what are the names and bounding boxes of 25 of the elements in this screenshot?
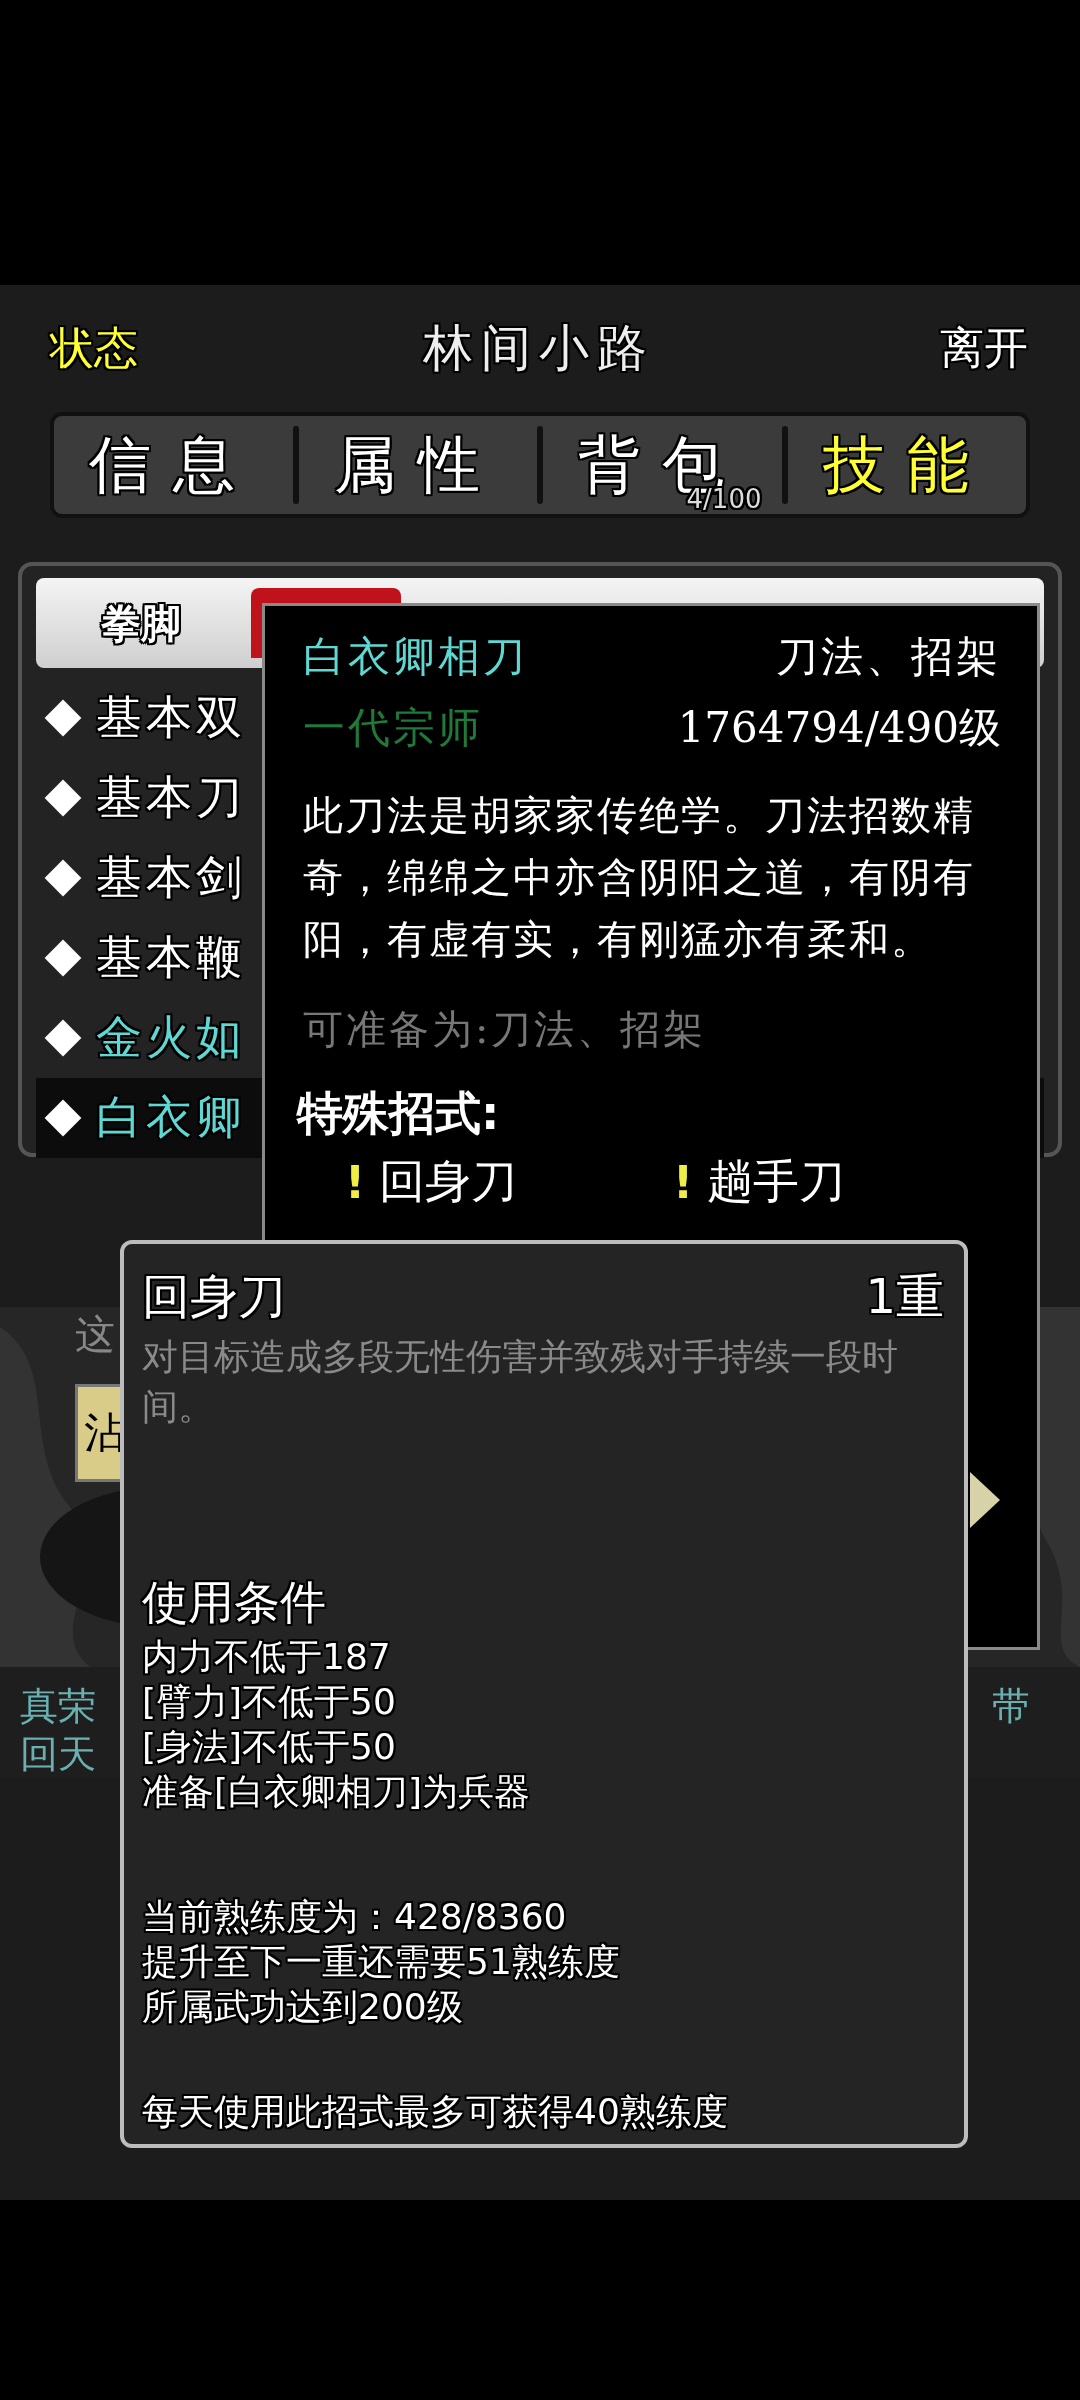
exclamation-icon: ! bbox=[673, 1156, 694, 1208]
note-text: 每天使用此招式最多可获得40熟练度 bbox=[142, 2090, 729, 2134]
hint-text: 这 bbox=[75, 1310, 115, 1359]
moves-title: 特殊招式: bbox=[297, 1085, 500, 1142]
move-title: 回身刀 bbox=[142, 1267, 286, 1326]
condition-text: 内力不低于187 bbox=[142, 1635, 392, 1679]
skill-rank: 一代宗师 bbox=[303, 702, 483, 754]
condition-text: [臂力]不低于50 bbox=[142, 1680, 397, 1724]
prepare-text: 可准备为:刀法、招架 bbox=[303, 1005, 708, 1054]
conditions-title: 使用条件 bbox=[142, 1574, 327, 1631]
progress-text: 当前熟练度为：428/8360 bbox=[142, 1895, 568, 1939]
move-level: 1重 bbox=[865, 1267, 944, 1326]
move-description: 对目标造成多段无性伤害并致残对手持续一段时间。 bbox=[142, 1335, 899, 1429]
exclamation-icon: ! bbox=[345, 1156, 366, 1208]
info-text: 真荣 bbox=[20, 1683, 96, 1730]
skill-description: 此刀法是胡家家传绝学。刀法招数精奇，绵绵之中亦含阴阳之道，有阴有阳，有虚有实，有刚猛亦有柔和。 bbox=[303, 791, 976, 964]
info-text: 带 bbox=[992, 1683, 1030, 1730]
skill-name: 白衣卿相刀 bbox=[303, 631, 528, 683]
info-text: 回天 bbox=[20, 1731, 96, 1778]
condition-text: [身法]不低于50 bbox=[142, 1725, 397, 1769]
location-title: 林间小路 bbox=[423, 318, 655, 379]
progress-text: 提升至下一重还需要51熟练度 bbox=[142, 1940, 621, 1984]
progress-text: 所属武功达到200级 bbox=[142, 1985, 464, 2029]
condition-text: 准备[白衣卿相刀]为兵器 bbox=[142, 1770, 532, 1814]
skill-types: 刀法、招架 bbox=[776, 631, 1001, 683]
